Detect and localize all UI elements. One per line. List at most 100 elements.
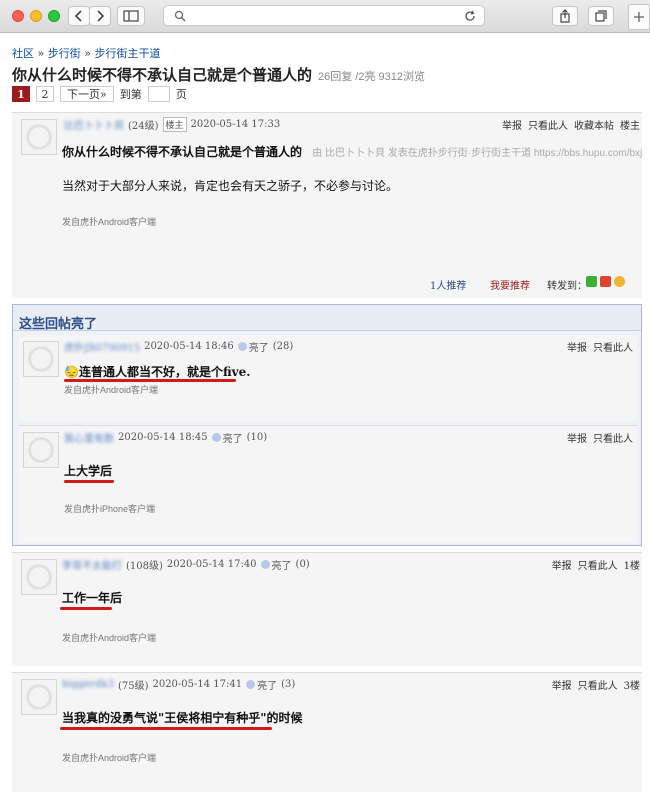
minimize-window-button[interactable] xyxy=(30,10,42,22)
client-source: 发自虎扑Android客户端 xyxy=(62,217,157,227)
light-count: (0) xyxy=(295,559,310,570)
report-link[interactable]: 举报 xyxy=(567,343,587,354)
share-button[interactable] xyxy=(552,6,578,26)
light-button[interactable]: 亮了 xyxy=(272,557,292,572)
report-link[interactable]: 举报 xyxy=(552,561,572,572)
username[interactable]: 虎扑JR0790915 xyxy=(64,339,140,354)
favorite-link[interactable]: 收藏本帖 xyxy=(574,121,614,132)
avatar[interactable] xyxy=(21,679,57,715)
search-icon xyxy=(174,10,186,22)
thread-title: 你从什么时候不得不承认自己就是个普通人的 26回复 /2亮 9312浏览 xyxy=(12,64,425,85)
tabs-icon xyxy=(595,10,607,22)
recommend-button[interactable]: 我要推荐 xyxy=(490,277,530,292)
client-source: 发自虎扑iPhone客户端 xyxy=(64,504,156,514)
share-icon xyxy=(560,9,570,23)
light-icon xyxy=(211,433,221,442)
close-window-button[interactable] xyxy=(12,10,24,22)
avatar[interactable] xyxy=(21,119,57,155)
client-source: 发自虎扑Android客户端 xyxy=(64,385,159,395)
op-body: 当然对于大部分人来说，肯定也会有天之骄子，不必参与讨论。 xyxy=(62,179,399,193)
report-link[interactable]: 举报 xyxy=(552,681,572,692)
thread-meta: 26回复 /2亮 9312浏览 xyxy=(318,71,426,83)
reply-info: 我心里有数 2020-05-14 18:45 亮了 (10) xyxy=(64,430,271,445)
username[interactable]: 我心里有数 xyxy=(64,430,114,445)
page-unit-label: 页 xyxy=(175,88,187,101)
avatar[interactable] xyxy=(23,432,59,468)
only-this-user-link[interactable]: 只看此人 xyxy=(593,434,633,445)
reply-actions: 举报 只看此人 xyxy=(561,339,633,354)
report-link[interactable]: 举报 xyxy=(567,434,587,445)
floor-label: 楼主 xyxy=(620,121,640,132)
default-avatar-icon xyxy=(22,680,56,714)
share-label: 转发到： xyxy=(547,281,587,292)
share-targets xyxy=(586,276,625,287)
default-avatar-icon xyxy=(24,433,58,467)
light-button[interactable]: 亮了 xyxy=(223,430,243,445)
client-source: 发自虎扑Android客户端 xyxy=(62,633,157,643)
avatar[interactable] xyxy=(23,341,59,377)
back-button[interactable] xyxy=(68,6,90,26)
next-page-button[interactable]: 下一页» xyxy=(60,86,114,102)
address-bar[interactable] xyxy=(163,5,485,26)
only-this-user-link[interactable]: 只看此人 xyxy=(528,121,568,132)
reply-actions: 举报 只看此人 1楼 xyxy=(546,557,640,572)
wechat-icon[interactable] xyxy=(586,276,597,287)
user-level: (108级) xyxy=(126,561,163,572)
post-time: 2020-05-14 17:33 xyxy=(190,119,281,130)
reply-info: 李哥不太能打 (108级) 2020-05-14 17:40 亮了 (0) xyxy=(62,557,314,572)
username[interactable]: 李哥不太能打 xyxy=(62,557,122,572)
breadcrumb-bxj-main[interactable]: 步行街主干道 xyxy=(94,47,160,60)
post-time: 2020-05-14 18:46 xyxy=(144,341,234,352)
light-icon xyxy=(260,560,270,569)
floor-post: 李哥不太能打 (108级) 2020-05-14 17:40 亮了 (0) 举报… xyxy=(12,552,642,666)
tabs-overview-button[interactable] xyxy=(588,6,614,26)
forward-button[interactable] xyxy=(89,6,111,26)
username[interactable]: 比巴卜卜卜貝 xyxy=(64,117,124,132)
chevron-left-icon xyxy=(74,10,82,22)
goto-page-input[interactable] xyxy=(147,86,170,102)
breadcrumb-bxj[interactable]: 步行街 xyxy=(48,47,81,60)
reply-info: biggerdk3 (75级) 2020-05-14 17:41 亮了 (3) xyxy=(62,677,299,692)
goto-label: 到第 xyxy=(119,88,142,101)
username[interactable]: biggerdk3 xyxy=(62,679,114,690)
user-level: (75级) xyxy=(117,681,149,692)
op-attribution: 由 比巴卜卜卜貝 发表在虎扑步行街·步行街主干道 https://bbs.hup… xyxy=(312,148,643,159)
avatar[interactable] xyxy=(21,559,57,595)
op-badge: 楼主 xyxy=(162,117,187,132)
reply-actions: 举报 只看此人 3楼 xyxy=(546,677,640,692)
floor-post: biggerdk3 (75级) 2020-05-14 17:41 亮了 (3) … xyxy=(12,672,642,792)
default-avatar-icon xyxy=(24,342,58,376)
report-link[interactable]: 举报 xyxy=(502,121,522,132)
reload-icon[interactable] xyxy=(464,10,476,22)
highlight-underline xyxy=(60,607,112,610)
zoom-window-button[interactable] xyxy=(48,10,60,22)
only-this-user-link[interactable]: 只看此人 xyxy=(578,561,618,572)
page-2-button[interactable]: 2 xyxy=(36,86,54,102)
post-time: 2020-05-14 18:45 xyxy=(118,432,208,443)
light-button[interactable]: 亮了 xyxy=(249,339,269,354)
highlight-underline xyxy=(60,727,272,730)
reply-text: 工作一年后 xyxy=(62,591,123,605)
highlight-underline xyxy=(64,480,114,483)
light-count: (10) xyxy=(246,432,268,443)
light-button[interactable]: 亮了 xyxy=(257,677,277,692)
breadcrumb-community[interactable]: 社区 xyxy=(12,47,34,60)
browser-toolbar xyxy=(0,0,650,33)
bright-replies-header: 这些回帖亮了 xyxy=(13,305,641,332)
floor-label: 3楼 xyxy=(623,681,640,692)
only-this-user-link[interactable]: 只看此人 xyxy=(593,343,633,354)
weibo-icon[interactable] xyxy=(600,276,611,287)
new-tab-button[interactable] xyxy=(628,4,650,30)
only-this-user-link[interactable]: 只看此人 xyxy=(578,681,618,692)
qq-icon[interactable] xyxy=(614,276,625,287)
post-time: 2020-05-14 17:40 xyxy=(166,559,257,570)
bright-replies-title: 这些回帖亮了 xyxy=(19,317,98,332)
default-avatar-icon xyxy=(22,120,56,154)
recommend-count: 1人推荐 xyxy=(430,281,467,292)
page-1-button[interactable]: 1 xyxy=(12,86,30,102)
op-info: 比巴卜卜卜貝 (24级) 楼主 2020-05-14 17:33 xyxy=(64,117,284,132)
breadcrumb-separator: » xyxy=(84,47,95,60)
chevron-right-icon xyxy=(97,10,105,22)
sidebar-toggle-button[interactable] xyxy=(117,6,145,26)
pagination: 1 2 下一页» 到第 页 xyxy=(12,86,187,102)
